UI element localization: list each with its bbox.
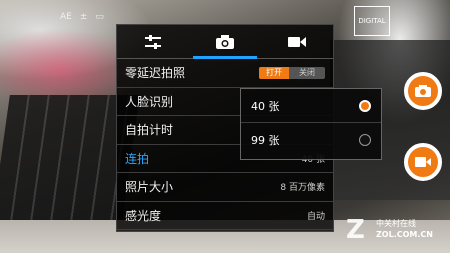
video-icon [415, 157, 431, 167]
status-icons: AE ± ▭ [60, 12, 104, 22]
video-record-button[interactable] [404, 143, 442, 181]
setting-value: 自动 [306, 211, 325, 222]
AE-icon: AE [60, 12, 72, 22]
exposure-icon: ± [79, 12, 88, 22]
toggle-off: 关闭 [299, 68, 315, 77]
camera-icon [216, 34, 234, 49]
photo-shutter-button[interactable] [404, 72, 442, 110]
radio-unselected[interactable] [359, 134, 371, 146]
zero-lag-toggle[interactable]: 打开 关闭 [259, 67, 325, 79]
burst-count-popup: 40 张 99 张 [240, 88, 382, 160]
video-icon [288, 36, 306, 47]
setting-label: 连拍 [125, 151, 150, 166]
camera-icon [415, 85, 431, 97]
setting-label: 照片大小 [125, 180, 174, 195]
watermark-cn: 中关村在线 [376, 219, 416, 228]
option-label: 40 张 [251, 99, 280, 113]
setting-zero-lag[interactable]: 零延迟拍照 打开 关闭 [117, 59, 333, 88]
setting-iso[interactable]: 感光度 自动 [117, 202, 333, 230]
setting-label: 人脸识别 [125, 94, 174, 109]
watermark-en: ZOL.COM.CN [376, 230, 433, 239]
flash-icon: ▭ [95, 12, 104, 22]
burst-option-99[interactable]: 99 张 [241, 123, 381, 157]
setting-label: 自拍计时 [125, 123, 174, 138]
watermark-logo: Z [346, 215, 365, 245]
tab-photo[interactable] [189, 25, 261, 59]
settings-tabs [117, 25, 333, 59]
gallery-thumbnail[interactable]: DIGITAL [354, 6, 390, 36]
toggle-on: 打开 [259, 67, 289, 79]
setting-label: 零延迟拍照 [125, 66, 186, 81]
setting-value: 8 百万像素 [280, 183, 325, 194]
sliders-icon [145, 34, 161, 49]
thumbnail-label: DIGITAL [358, 17, 386, 25]
radio-selected[interactable] [359, 100, 371, 112]
watermark: Z 中关村在线 ZOL.COM.CN [346, 215, 446, 245]
tab-settings[interactable] [117, 25, 189, 58]
setting-label: 感光度 [125, 208, 162, 223]
tab-video[interactable] [261, 25, 333, 58]
burst-option-40[interactable]: 40 张 [241, 89, 381, 123]
option-label: 99 张 [251, 134, 280, 147]
setting-photo-size[interactable]: 照片大小 8 百万像素 [117, 173, 333, 202]
